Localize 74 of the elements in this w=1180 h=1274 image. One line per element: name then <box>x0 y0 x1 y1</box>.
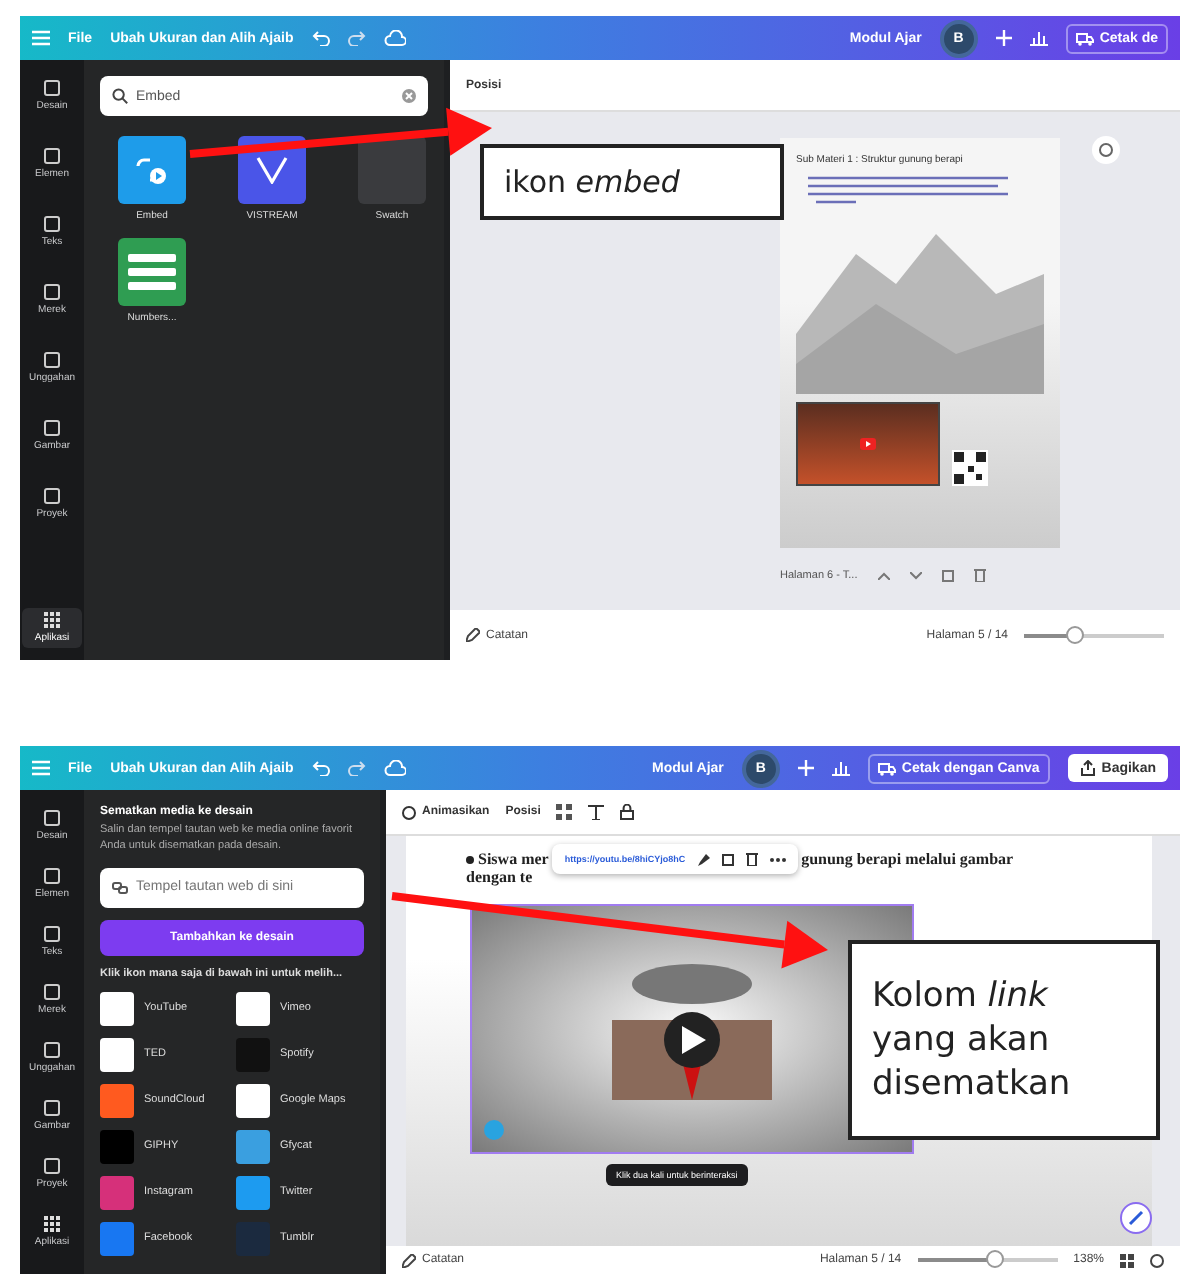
service-tile[interactable] <box>236 1129 270 1163</box>
chevron-up-icon[interactable] <box>877 571 890 579</box>
menu-icon[interactable] <box>32 30 50 46</box>
service-tile[interactable] <box>100 1221 134 1255</box>
v-icon <box>256 156 288 184</box>
square-icon <box>44 216 60 232</box>
truck-icon <box>1075 31 1094 45</box>
service-tile[interactable] <box>100 1129 134 1163</box>
service-tile[interactable] <box>100 1037 134 1071</box>
chevron-down-icon[interactable] <box>909 571 922 579</box>
square-icon <box>44 284 60 300</box>
service-tile[interactable] <box>100 1083 134 1117</box>
search-icon <box>112 88 128 104</box>
bullet-icon <box>466 855 474 863</box>
text-style-icon[interactable] <box>588 804 605 820</box>
redo-icon[interactable] <box>347 760 366 776</box>
square-icon <box>44 148 60 164</box>
grid-icon[interactable] <box>1120 1253 1134 1267</box>
text-line: Siswa mer <box>478 850 549 868</box>
callout-text: Kolom link yang akan disematkan <box>872 973 1073 1107</box>
square-icon <box>44 1100 60 1116</box>
service-tile[interactable] <box>236 1083 270 1117</box>
pencil-icon <box>466 628 480 642</box>
menu-icon[interactable] <box>32 760 50 776</box>
grid-icon <box>44 612 60 628</box>
plus-icon[interactable] <box>797 760 814 776</box>
play-icon <box>860 438 876 450</box>
link-play-icon <box>134 154 170 186</box>
app-tile[interactable] <box>118 136 186 204</box>
stacked-bars-icon <box>128 252 176 292</box>
volcano-drawing[interactable] <box>612 959 772 1099</box>
square-icon <box>44 810 60 826</box>
square-icon <box>44 352 60 368</box>
square-icon <box>44 80 60 96</box>
app-tile[interactable] <box>358 136 426 204</box>
truck-icon <box>877 761 896 775</box>
bar-chart-icon[interactable] <box>1029 30 1048 46</box>
slider-thumb[interactable] <box>1065 625 1083 643</box>
copy-icon[interactable] <box>721 853 734 865</box>
cloud-icon[interactable] <box>383 760 406 776</box>
undo-icon[interactable] <box>311 30 330 46</box>
magic-button-icon[interactable] <box>1120 1202 1152 1234</box>
redo-icon[interactable] <box>347 30 366 46</box>
lock-icon[interactable] <box>620 804 635 820</box>
square-icon <box>44 1042 60 1058</box>
text-line: dengan te <box>466 868 533 886</box>
callout-text: ikon embed <box>504 164 680 200</box>
trash-icon[interactable] <box>745 852 758 866</box>
grid-icon <box>44 1216 60 1232</box>
upload-icon <box>1079 760 1096 776</box>
app-tile[interactable] <box>118 238 186 306</box>
service-tile[interactable] <box>100 991 134 1025</box>
square-icon <box>44 868 60 884</box>
bar-chart-icon[interactable] <box>831 760 850 776</box>
link-icon <box>112 881 128 893</box>
checker-icon[interactable] <box>556 804 573 820</box>
qr-code-icon <box>952 450 988 486</box>
square-icon <box>44 984 60 1000</box>
square-icon <box>44 488 60 504</box>
service-tile[interactable] <box>100 1175 134 1209</box>
square-icon <box>44 420 60 436</box>
clear-icon[interactable] <box>402 89 416 103</box>
service-tile[interactable] <box>236 991 270 1025</box>
pencil-icon <box>402 1253 416 1267</box>
pencil-icon[interactable] <box>697 853 710 865</box>
slider-thumb[interactable] <box>986 1250 1005 1268</box>
square-icon <box>44 1158 60 1174</box>
cloud-icon[interactable] <box>383 30 406 46</box>
text-line: gunung berapi melalui gambar <box>801 850 1014 868</box>
service-tile[interactable] <box>236 1175 270 1209</box>
plus-icon[interactable] <box>995 30 1012 46</box>
square-icon <box>44 926 60 942</box>
service-tile[interactable] <box>236 1221 270 1255</box>
undo-icon[interactable] <box>311 760 330 776</box>
